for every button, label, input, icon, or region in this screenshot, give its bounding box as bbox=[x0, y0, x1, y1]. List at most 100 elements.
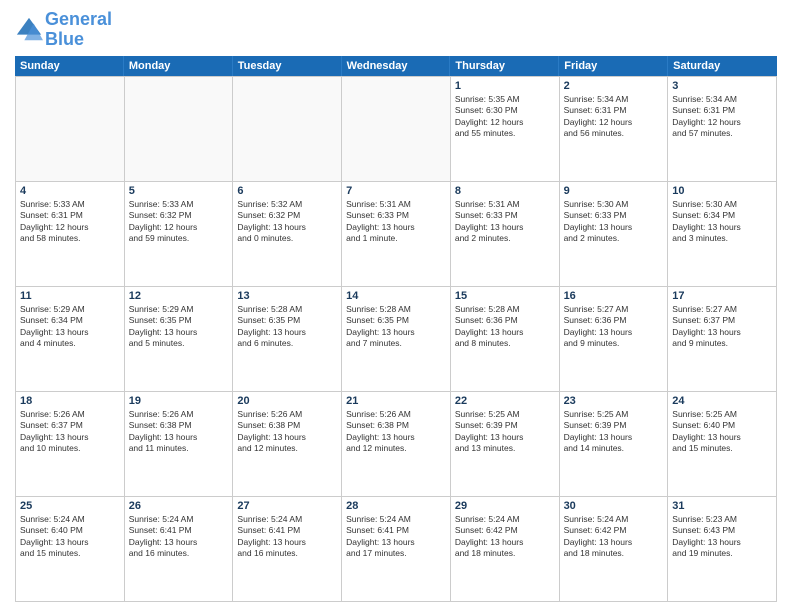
cell-info: Sunrise: 5:25 AMSunset: 6:39 PMDaylight:… bbox=[564, 409, 664, 455]
day-number: 3 bbox=[672, 80, 772, 92]
calendar-cell: 13 Sunrise: 5:28 AMSunset: 6:35 PMDayligh… bbox=[233, 287, 342, 392]
calendar-row-3: 11Sunrise: 5:29 AMSunset: 6:34 PMDayligh… bbox=[16, 287, 777, 392]
calendar-cell: 21Sunrise: 5:26 AMSunset: 6:38 PMDayligh… bbox=[342, 392, 451, 497]
day-number: 30 bbox=[564, 500, 664, 512]
day-number: 19 bbox=[129, 395, 229, 407]
header: General Blue bbox=[15, 10, 777, 50]
cell-info: Sunrise: 5:26 AMSunset: 6:38 PMDaylight:… bbox=[129, 409, 229, 455]
calendar-cell bbox=[125, 77, 234, 182]
calendar-cell: 11Sunrise: 5:29 AMSunset: 6:34 PMDayligh… bbox=[16, 287, 125, 392]
calendar-cell: 31 Sunrise: 5:23 AMSunset: 6:43 PMDayligh… bbox=[668, 497, 777, 602]
calendar-cell: 5 Sunrise: 5:33 AMSunset: 6:32 PMDaylight… bbox=[125, 182, 234, 287]
calendar-cell: 18Sunrise: 5:26 AMSunset: 6:37 PMDayligh… bbox=[16, 392, 125, 497]
day-number: 2 bbox=[564, 80, 664, 92]
calendar-cell: 9 Sunrise: 5:30 AMSunset: 6:33 PMDaylight… bbox=[560, 182, 669, 287]
day-number: 10 bbox=[672, 185, 772, 197]
calendar-cell: 26 Sunrise: 5:24 AMSunset: 6:41 PMDayligh… bbox=[125, 497, 234, 602]
cell-info: Sunrise: 5:28 AMSunset: 6:36 PMDaylight:… bbox=[455, 304, 555, 350]
calendar-cell bbox=[342, 77, 451, 182]
cell-info: Sunrise: 5:24 AMSunset: 6:42 PMDaylight:… bbox=[455, 514, 555, 560]
calendar: SundayMondayTuesdayWednesdayThursdayFrid… bbox=[15, 56, 777, 602]
calendar-cell: 14 Sunrise: 5:28 AMSunset: 6:35 PMDayligh… bbox=[342, 287, 451, 392]
day-number: 31 bbox=[672, 500, 772, 512]
cell-info: Sunrise: 5:30 AMSunset: 6:34 PMDaylight:… bbox=[672, 199, 772, 245]
day-number: 24 bbox=[672, 395, 772, 407]
header-day-saturday: Saturday bbox=[668, 56, 777, 76]
calendar-cell: 29 Sunrise: 5:24 AMSunset: 6:42 PMDayligh… bbox=[451, 497, 560, 602]
calendar-row-2: 4 Sunrise: 5:33 AMSunset: 6:31 PMDaylight… bbox=[16, 182, 777, 287]
calendar-row-1: 1 Sunrise: 5:35 AMSunset: 6:30 PMDaylight… bbox=[16, 77, 777, 182]
calendar-cell: 24 Sunrise: 5:25 AMSunset: 6:40 PMDayligh… bbox=[668, 392, 777, 497]
header-day-tuesday: Tuesday bbox=[233, 56, 342, 76]
cell-info: Sunrise: 5:24 AMSunset: 6:41 PMDaylight:… bbox=[346, 514, 446, 560]
header-day-thursday: Thursday bbox=[450, 56, 559, 76]
day-number: 12 bbox=[129, 290, 229, 302]
calendar-cell: 8Sunrise: 5:31 AMSunset: 6:33 PMDaylight… bbox=[451, 182, 560, 287]
day-number: 28 bbox=[346, 500, 446, 512]
calendar-cell bbox=[233, 77, 342, 182]
day-number: 29 bbox=[455, 500, 555, 512]
cell-info: Sunrise: 5:33 AMSunset: 6:31 PMDaylight:… bbox=[20, 199, 120, 245]
cell-info: Sunrise: 5:24 AMSunset: 6:41 PMDaylight:… bbox=[129, 514, 229, 560]
calendar-body: 1 Sunrise: 5:35 AMSunset: 6:30 PMDaylight… bbox=[15, 76, 777, 602]
cell-info: Sunrise: 5:27 AMSunset: 6:36 PMDaylight:… bbox=[564, 304, 664, 350]
calendar-cell: 22 Sunrise: 5:25 AMSunset: 6:39 PMDayligh… bbox=[451, 392, 560, 497]
calendar-row-5: 25 Sunrise: 5:24 AMSunset: 6:40 PMDayligh… bbox=[16, 497, 777, 602]
calendar-cell: 2Sunrise: 5:34 AMSunset: 6:31 PMDaylight… bbox=[560, 77, 669, 182]
calendar-cell: 7Sunrise: 5:31 AMSunset: 6:33 PMDaylight… bbox=[342, 182, 451, 287]
cell-info: Sunrise: 5:29 AMSunset: 6:35 PMDaylight:… bbox=[129, 304, 229, 350]
cell-info: Sunrise: 5:35 AMSunset: 6:30 PMDaylight:… bbox=[455, 94, 555, 140]
day-number: 13 bbox=[237, 290, 337, 302]
calendar-cell: 15Sunrise: 5:28 AMSunset: 6:36 PMDayligh… bbox=[451, 287, 560, 392]
cell-info: Sunrise: 5:26 AMSunset: 6:38 PMDaylight:… bbox=[237, 409, 337, 455]
day-number: 20 bbox=[237, 395, 337, 407]
day-number: 26 bbox=[129, 500, 229, 512]
day-number: 6 bbox=[237, 185, 337, 197]
day-number: 4 bbox=[20, 185, 120, 197]
cell-info: Sunrise: 5:26 AMSunset: 6:38 PMDaylight:… bbox=[346, 409, 446, 455]
cell-info: Sunrise: 5:32 AMSunset: 6:32 PMDaylight:… bbox=[237, 199, 337, 245]
day-number: 22 bbox=[455, 395, 555, 407]
calendar-cell: 16 Sunrise: 5:27 AMSunset: 6:36 PMDayligh… bbox=[560, 287, 669, 392]
calendar-cell: 30 Sunrise: 5:24 AMSunset: 6:42 PMDayligh… bbox=[560, 497, 669, 602]
cell-info: Sunrise: 5:24 AMSunset: 6:41 PMDaylight:… bbox=[237, 514, 337, 560]
header-day-friday: Friday bbox=[559, 56, 668, 76]
cell-info: Sunrise: 5:28 AMSunset: 6:35 PMDaylight:… bbox=[237, 304, 337, 350]
day-number: 17 bbox=[672, 290, 772, 302]
day-number: 14 bbox=[346, 290, 446, 302]
cell-info: Sunrise: 5:28 AMSunset: 6:35 PMDaylight:… bbox=[346, 304, 446, 350]
header-day-monday: Monday bbox=[124, 56, 233, 76]
calendar-cell: 23Sunrise: 5:25 AMSunset: 6:39 PMDayligh… bbox=[560, 392, 669, 497]
cell-info: Sunrise: 5:34 AMSunset: 6:31 PMDaylight:… bbox=[672, 94, 772, 140]
day-number: 5 bbox=[129, 185, 229, 197]
calendar-row-4: 18Sunrise: 5:26 AMSunset: 6:37 PMDayligh… bbox=[16, 392, 777, 497]
calendar-cell: 10 Sunrise: 5:30 AMSunset: 6:34 PMDayligh… bbox=[668, 182, 777, 287]
cell-info: Sunrise: 5:24 AMSunset: 6:42 PMDaylight:… bbox=[564, 514, 664, 560]
calendar-cell bbox=[16, 77, 125, 182]
cell-info: Sunrise: 5:27 AMSunset: 6:37 PMDaylight:… bbox=[672, 304, 772, 350]
calendar-cell: 6 Sunrise: 5:32 AMSunset: 6:32 PMDaylight… bbox=[233, 182, 342, 287]
page: General Blue SundayMondayTuesdayWednesda… bbox=[0, 0, 792, 612]
cell-info: Sunrise: 5:24 AMSunset: 6:40 PMDaylight:… bbox=[20, 514, 120, 560]
calendar-cell: 27 Sunrise: 5:24 AMSunset: 6:41 PMDayligh… bbox=[233, 497, 342, 602]
cell-info: Sunrise: 5:25 AMSunset: 6:40 PMDaylight:… bbox=[672, 409, 772, 455]
cell-info: Sunrise: 5:25 AMSunset: 6:39 PMDaylight:… bbox=[455, 409, 555, 455]
calendar-cell: 3 Sunrise: 5:34 AMSunset: 6:31 PMDaylight… bbox=[668, 77, 777, 182]
day-number: 1 bbox=[455, 80, 555, 92]
calendar-cell: 25 Sunrise: 5:24 AMSunset: 6:40 PMDayligh… bbox=[16, 497, 125, 602]
calendar-cell: 12 Sunrise: 5:29 AMSunset: 6:35 PMDayligh… bbox=[125, 287, 234, 392]
header-day-wednesday: Wednesday bbox=[342, 56, 451, 76]
day-number: 18 bbox=[20, 395, 120, 407]
cell-info: Sunrise: 5:23 AMSunset: 6:43 PMDaylight:… bbox=[672, 514, 772, 560]
day-number: 25 bbox=[20, 500, 120, 512]
cell-info: Sunrise: 5:33 AMSunset: 6:32 PMDaylight:… bbox=[129, 199, 229, 245]
cell-info: Sunrise: 5:30 AMSunset: 6:33 PMDaylight:… bbox=[564, 199, 664, 245]
day-number: 9 bbox=[564, 185, 664, 197]
day-number: 16 bbox=[564, 290, 664, 302]
header-day-sunday: Sunday bbox=[15, 56, 124, 76]
cell-info: Sunrise: 5:31 AMSunset: 6:33 PMDaylight:… bbox=[346, 199, 446, 245]
cell-info: Sunrise: 5:29 AMSunset: 6:34 PMDaylight:… bbox=[20, 304, 120, 350]
day-number: 27 bbox=[237, 500, 337, 512]
calendar-cell: 20 Sunrise: 5:26 AMSunset: 6:38 PMDayligh… bbox=[233, 392, 342, 497]
calendar-cell: 19 Sunrise: 5:26 AMSunset: 6:38 PMDayligh… bbox=[125, 392, 234, 497]
